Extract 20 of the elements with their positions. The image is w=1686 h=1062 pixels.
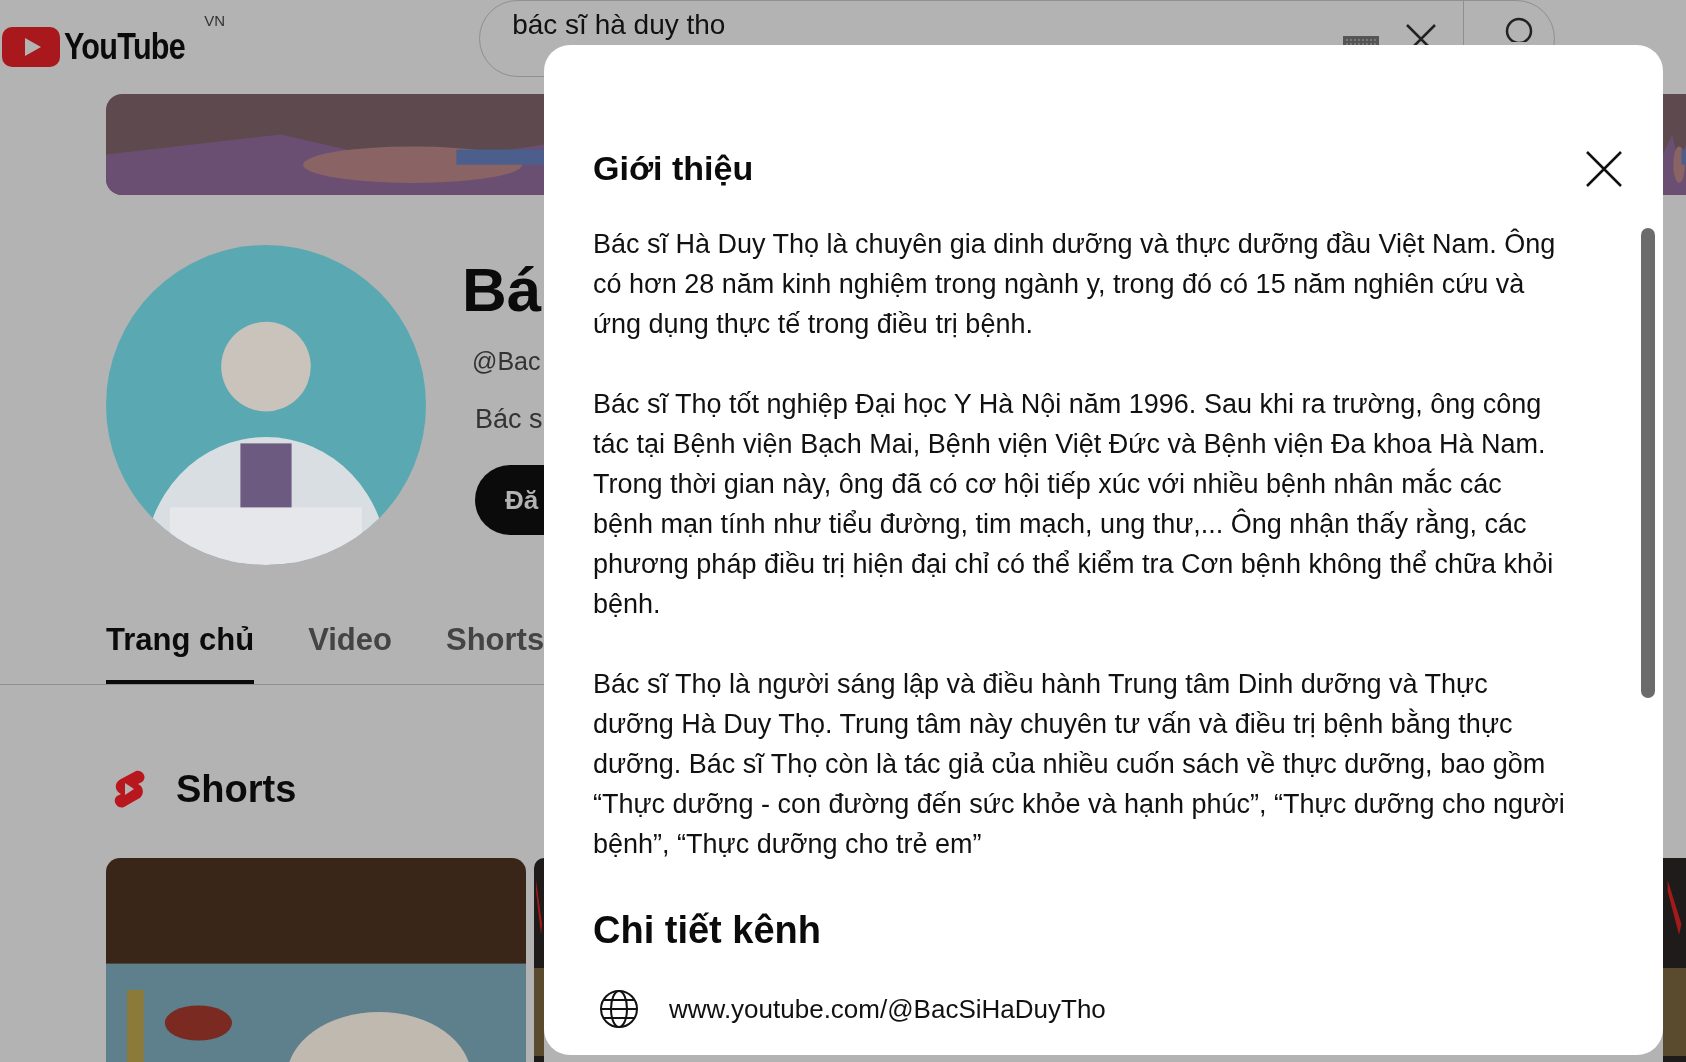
region-label: VN (204, 11, 226, 31)
channel-tab[interactable]: Video (308, 617, 392, 684)
shorts-icon (112, 769, 146, 809)
about-paragraph: Bác sĩ Hà Duy Thọ là chuyên gia dinh dưỡng và thực dưỡng đầu Việt Nam. Ông có hơn 28 năm kinh nghiệm trong ngành y, trong đó có 15 năm nghiên cứu và ứng dụng thực tế trong điều trị bệnh. (593, 227, 1557, 341)
dialog-section-title: Chi tiết kênh (592, 908, 823, 953)
about-paragraph: Bác sĩ Thọ là người sáng lập và điều hành Trung tâm Dinh dưỡng và Thực dưỡng Hà Duy Thọ. Trung tâm này chuyên tư vấn và điều trị bệnh bằng thực dưỡng. Bác sĩ Thọ còn là tác giả của nhiều cuốn sách về thực dưỡng, bao gồm “Thực dưỡng - con đường đến sức khỏe và hạnh phúc”, “Thực dưỡng cho người bệnh”, “Thực dưỡng cho trẻ em” (593, 668, 1566, 861)
section-title: Shorts (176, 766, 297, 812)
globe-icon (599, 989, 639, 1029)
close-icon[interactable] (1585, 149, 1623, 188)
channel-tab[interactable]: Trang chủ (106, 617, 255, 684)
logo-text[interactable]: YouTube (64, 20, 185, 74)
channel-description: Bác s (475, 402, 543, 436)
subscribe-button[interactable]: Đă (475, 465, 544, 535)
search-icon[interactable] (1504, 15, 1535, 42)
channel-link[interactable]: www.youtube.com/@BacSiHaDuyTho (669, 989, 1106, 1029)
channel-name: Bá (462, 259, 542, 321)
channel-handle: @Bac (472, 346, 541, 377)
about-paragraph: Bác sĩ Thọ tốt nghiệp Đại học Y Hà Nội năm 1996. Sau khi ra trường, ông công tác tại Bệnh viện Bạch Mai, Bệnh viện Việt Đức và Bệnh viện Đa khoa Hà Nam. Trong thời gian này, ông đã có cơ hội tiếp xúc với nhiều bệnh nhân mắc các bệnh mạn tính như tiểu đường, tim mạch, ung thư,... Ông nhận thấy rằng, các phương pháp điều trị hiện đại chỉ có thể kiểm tra Cơn bệnh không thể chữa khỏi bệnh. (593, 388, 1555, 621)
channel-tab[interactable]: Shorts (446, 617, 545, 684)
dialog-title: Giới thiệu (593, 148, 754, 189)
